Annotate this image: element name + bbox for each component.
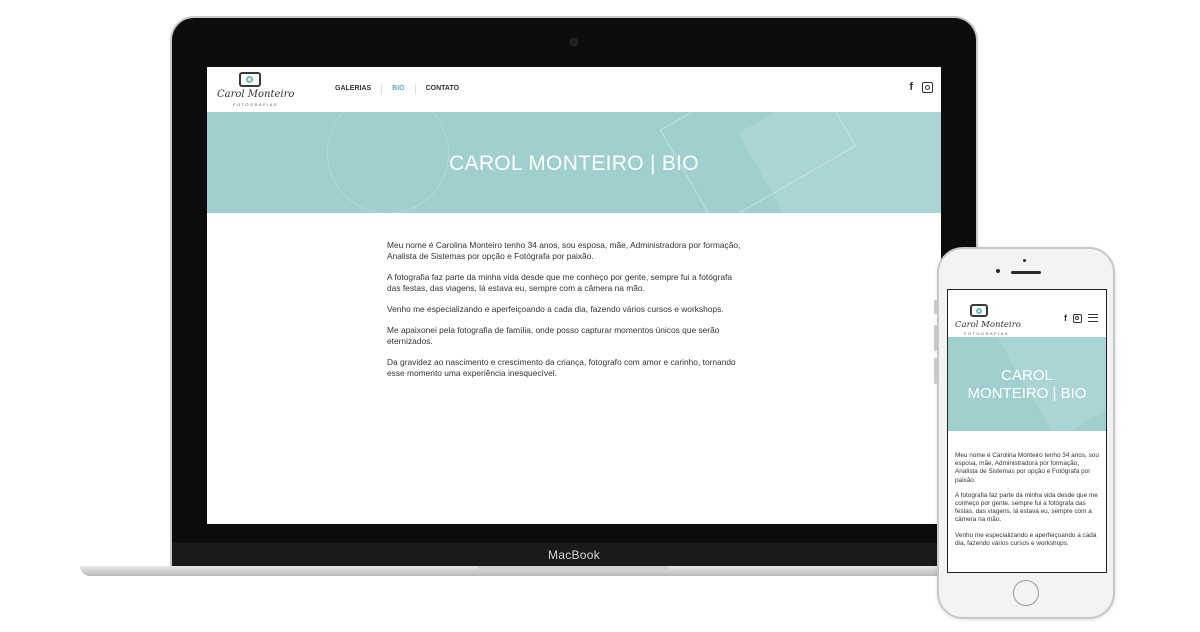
mobile-hero-banner: CAROL MONTEIRO | BIO: [948, 337, 1106, 431]
logo-subtitle: FOTOGRAFIAS: [964, 331, 1010, 336]
instagram-icon[interactable]: [922, 82, 933, 93]
nav-link-contato[interactable]: CONTATO: [416, 84, 469, 94]
logo-subtitle: FOTOGRAFIAS: [233, 102, 279, 107]
phone-side-button: [934, 325, 937, 351]
nav-link-bio[interactable]: BIO: [382, 84, 416, 94]
site-logo[interactable]: Carol Monteiro FOTOGRAFIAS: [217, 70, 294, 110]
facebook-icon[interactable]: f: [909, 81, 913, 93]
mobile-site-logo[interactable]: Carol Monteiro FOTOGRAFIAS: [954, 304, 1021, 336]
camera-icon: [570, 38, 578, 46]
macbook-notch: [478, 566, 668, 572]
mobile-social-links: f: [1064, 313, 1098, 323]
social-links: f: [909, 81, 933, 93]
logo-script-text: Carol Monteiro: [217, 89, 295, 100]
instagram-icon[interactable]: [1073, 314, 1082, 323]
bio-paragraph: Meu nome é Carolina Monteiro tenho 34 an…: [387, 240, 741, 261]
bio-paragraph: A fotografia faz parte da minha vida des…: [387, 272, 732, 293]
camera-logo-icon: [239, 72, 261, 87]
bio-paragraph: Meu nome é Carolina Monteiro tenho 34 an…: [955, 452, 1099, 484]
nav-link-galerias[interactable]: GALERIAS: [325, 84, 383, 94]
site-header: Carol Monteiro FOTOGRAFIAS GALERIAS BIO …: [207, 67, 941, 112]
camera-logo-icon: [970, 304, 988, 317]
hero-banner: CAROL MONTEIRO | BIO: [207, 112, 941, 213]
macbook-chin: MacBook: [172, 543, 976, 568]
mobile-header: Carol Monteiro FOTOGRAFIAS f: [948, 290, 1106, 337]
hamburger-menu-icon[interactable]: [1088, 314, 1098, 322]
bio-paragraph: Da gravidez ao nascimento e crescimento …: [387, 357, 736, 378]
bio-paragraph: A fotografia faz parte da minha vida des…: [955, 491, 1098, 524]
phone-speaker: [1011, 271, 1041, 274]
bio-paragraph: Me apaixonei pela fotografia de família,…: [387, 325, 720, 346]
home-button[interactable]: [1013, 580, 1039, 606]
bio-paragraph: Venho me especializando e aperfeiçoando …: [387, 304, 724, 314]
desktop-site-screen: Carol Monteiro FOTOGRAFIAS GALERIAS BIO …: [207, 67, 941, 524]
phone-side-button: [934, 358, 937, 384]
bio-paragraph: Venho me especializando e aperfeiçoando …: [955, 531, 1097, 547]
facebook-icon[interactable]: f: [1064, 313, 1067, 323]
macbook-brand-label: MacBook: [547, 548, 601, 562]
mobile-page-title-line: CAROL: [1001, 367, 1053, 384]
main-nav: GALERIAS BIO CONTATO: [325, 84, 469, 94]
phone-sensor-icon: [996, 269, 1000, 273]
mobile-site-screen: Carol Monteiro FOTOGRAFIAS f CAROL MONTE…: [947, 289, 1107, 573]
phone-camera-icon: [1023, 259, 1026, 262]
page-title: CAROL MONTEIRO | BIO: [449, 152, 699, 175]
phone-side-button: [934, 300, 937, 314]
mobile-page-title: CAROL MONTEIRO | BIO: [948, 367, 1106, 403]
mobile-page-title-line: MONTEIRO | BIO: [967, 385, 1087, 402]
logo-script-text: Carol Monteiro: [955, 320, 1021, 330]
mobile-bio-content: Meu nome é Carolina Monteiro tenho 34 an…: [955, 452, 1099, 555]
bio-content: Meu nome é Carolina Monteiro tenho 34 an…: [387, 240, 747, 389]
